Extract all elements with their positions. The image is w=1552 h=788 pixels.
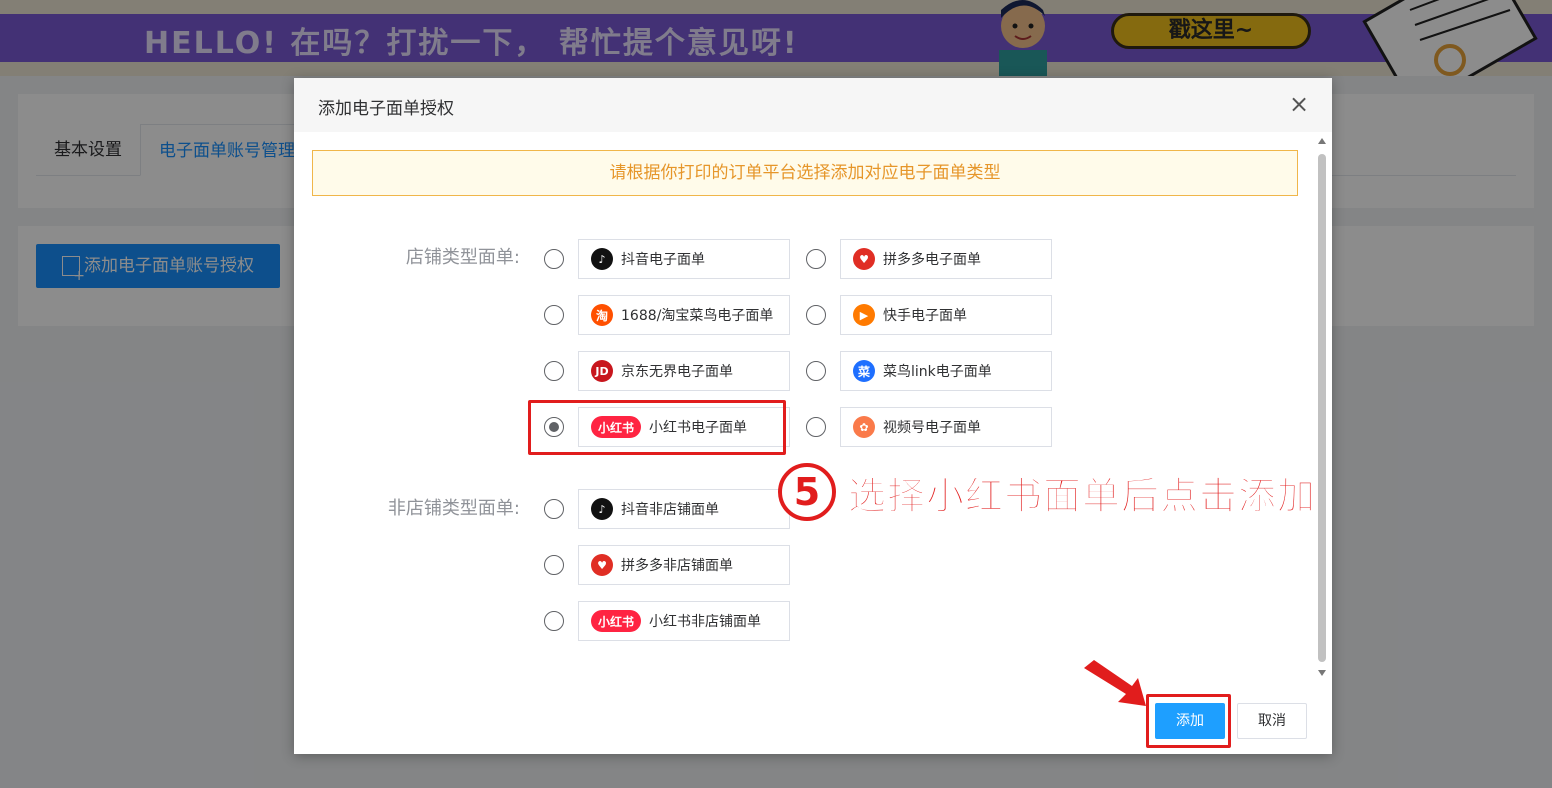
option-douyin[interactable]: ♪ 抖音电子面单 bbox=[544, 239, 790, 279]
xiaohongshu-icon: 小红书 bbox=[591, 610, 641, 632]
radio-button[interactable] bbox=[544, 555, 564, 575]
dialog-title: 添加电子面单授权 bbox=[318, 99, 454, 119]
douyin-icon: ♪ bbox=[591, 248, 613, 270]
option-douyin-nonshop[interactable]: ♪ 抖音非店铺面单 bbox=[544, 489, 790, 529]
highlight-xiaohongshu-option bbox=[528, 400, 786, 455]
option-box[interactable]: ✿ 视频号电子面单 bbox=[840, 407, 1052, 447]
option-box[interactable]: ♥ 拼多多非店铺面单 bbox=[578, 545, 790, 585]
option-box[interactable]: 小红书 小红书非店铺面单 bbox=[578, 601, 790, 641]
scroll-thumb[interactable] bbox=[1318, 154, 1326, 662]
dialog-header: 添加电子面单授权 × bbox=[294, 78, 1332, 132]
option-taobao[interactable]: 淘 1688/淘宝菜鸟电子面单 bbox=[544, 295, 790, 335]
kuaishou-icon: ▶ bbox=[853, 304, 875, 326]
option-label: 京东无界电子面单 bbox=[621, 364, 733, 380]
nonshop-group-label: 非店铺类型面单: bbox=[387, 498, 520, 519]
radio-button[interactable] bbox=[544, 361, 564, 381]
option-box[interactable]: ▶ 快手电子面单 bbox=[840, 295, 1052, 335]
option-label: 抖音电子面单 bbox=[621, 252, 705, 268]
option-label: 菜鸟link电子面单 bbox=[883, 364, 992, 380]
dialog-scrollbar[interactable] bbox=[1316, 138, 1328, 678]
option-box[interactable]: ♥ 拼多多电子面单 bbox=[840, 239, 1052, 279]
radio-button[interactable] bbox=[544, 305, 564, 325]
option-label: 视频号电子面单 bbox=[883, 420, 981, 436]
step-annotation-text: 选择小红书面单后点击添加 bbox=[847, 473, 1317, 518]
pointer-arrow-icon bbox=[1084, 660, 1146, 706]
notice-banner: 请根据你打印的订单平台选择添加对应电子面单类型 bbox=[312, 150, 1298, 196]
scroll-up-arrow-icon[interactable] bbox=[1318, 138, 1326, 144]
option-box[interactable]: ♪ 抖音非店铺面单 bbox=[578, 489, 790, 529]
scroll-down-arrow-icon[interactable] bbox=[1318, 670, 1326, 676]
option-jd[interactable]: JD 京东无界电子面单 bbox=[544, 351, 790, 391]
option-box[interactable]: JD 京东无界电子面单 bbox=[578, 351, 790, 391]
option-label: 快手电子面单 bbox=[883, 308, 967, 324]
taobao-icon: 淘 bbox=[591, 304, 613, 326]
cainiao-icon: 菜 bbox=[853, 360, 875, 382]
douyin-icon: ♪ bbox=[591, 498, 613, 520]
option-cainiao[interactable]: 菜 菜鸟link电子面单 bbox=[806, 351, 1052, 391]
option-label: 抖音非店铺面单 bbox=[621, 502, 719, 518]
pinduoduo-icon: ♥ bbox=[853, 248, 875, 270]
radio-button[interactable] bbox=[544, 499, 564, 519]
jd-icon: JD bbox=[591, 360, 613, 382]
option-box[interactable]: 菜 菜鸟link电子面单 bbox=[840, 351, 1052, 391]
option-label: 小红书非店铺面单 bbox=[649, 614, 761, 630]
step-number-badge: 5 bbox=[778, 463, 836, 521]
option-box[interactable]: ♪ 抖音电子面单 bbox=[578, 239, 790, 279]
add-button[interactable]: 添加 bbox=[1155, 703, 1225, 739]
cancel-button[interactable]: 取消 bbox=[1237, 703, 1307, 739]
radio-button[interactable] bbox=[806, 249, 826, 269]
option-kuaishou[interactable]: ▶ 快手电子面单 bbox=[806, 295, 1052, 335]
option-label: 拼多多非店铺面单 bbox=[621, 558, 733, 574]
option-label: 1688/淘宝菜鸟电子面单 bbox=[621, 308, 774, 324]
step-annotation: 5 选择小红书面单后点击添加 bbox=[778, 463, 1316, 521]
option-pinduoduo[interactable]: ♥ 拼多多电子面单 bbox=[806, 239, 1052, 279]
option-shipinhao[interactable]: ✿ 视频号电子面单 bbox=[806, 407, 1052, 447]
radio-button[interactable] bbox=[806, 361, 826, 381]
radio-button[interactable] bbox=[544, 611, 564, 631]
shop-group-label: 店铺类型面单: bbox=[405, 247, 520, 268]
shipinhao-icon: ✿ bbox=[853, 416, 875, 438]
radio-button[interactable] bbox=[806, 417, 826, 437]
radio-button[interactable] bbox=[806, 305, 826, 325]
pinduoduo-icon: ♥ bbox=[591, 554, 613, 576]
option-label: 拼多多电子面单 bbox=[883, 252, 981, 268]
add-waybill-dialog: 添加电子面单授权 × 请根据你打印的订单平台选择添加对应电子面单类型 店铺类型面… bbox=[294, 78, 1332, 754]
close-icon[interactable]: × bbox=[1286, 91, 1312, 117]
option-box[interactable]: 淘 1688/淘宝菜鸟电子面单 bbox=[578, 295, 790, 335]
radio-button[interactable] bbox=[544, 249, 564, 269]
option-xiaohongshu-nonshop[interactable]: 小红书 小红书非店铺面单 bbox=[544, 601, 790, 641]
option-pinduoduo-nonshop[interactable]: ♥ 拼多多非店铺面单 bbox=[544, 545, 790, 585]
